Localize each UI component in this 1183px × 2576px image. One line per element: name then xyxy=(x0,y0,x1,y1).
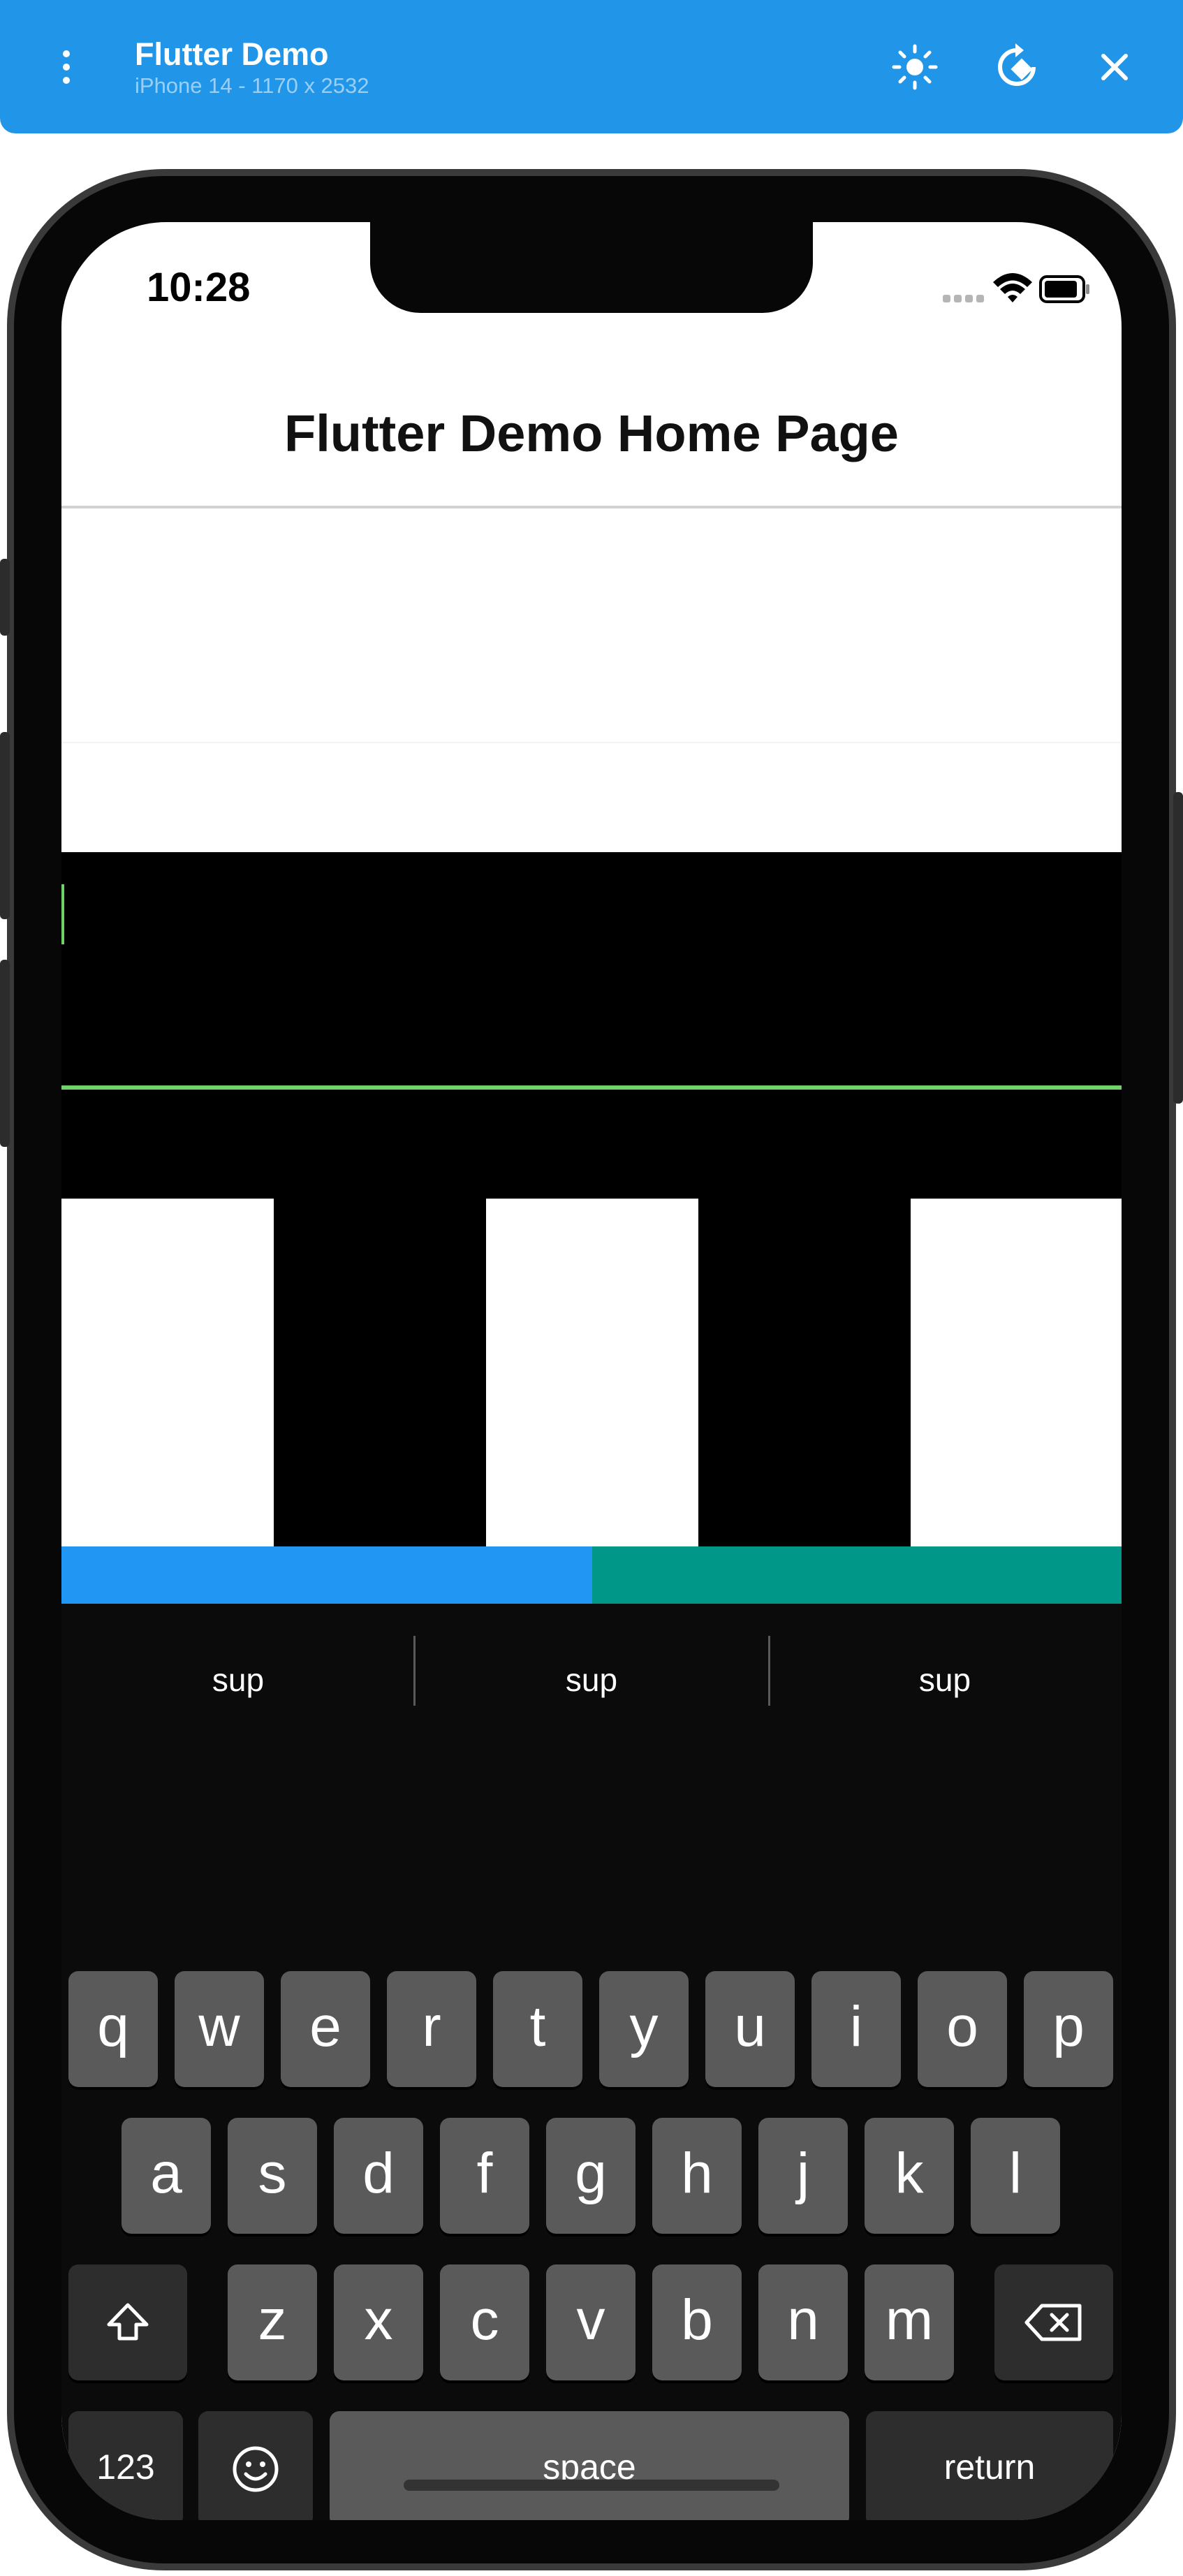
status-icons xyxy=(943,273,1089,303)
stripe-white-1 xyxy=(61,1199,274,1546)
emoji-icon xyxy=(233,2446,279,2492)
key-k[interactable]: k xyxy=(865,2118,954,2234)
key-x[interactable]: x xyxy=(334,2264,423,2380)
key-f[interactable]: f xyxy=(440,2118,529,2234)
close-icon[interactable] xyxy=(1088,41,1141,94)
key-d[interactable]: d xyxy=(334,2118,423,2234)
text-input-area[interactable] xyxy=(61,508,1122,743)
home-indicator xyxy=(404,2480,779,2491)
emulator-app-title: Flutter Demo xyxy=(135,36,329,72)
blue-bar[interactable] xyxy=(61,1546,592,1604)
green-divider xyxy=(61,1085,1122,1090)
more-menu-icon[interactable] xyxy=(54,46,78,88)
key-g[interactable]: g xyxy=(546,2118,635,2234)
key-l[interactable]: l xyxy=(971,2118,1060,2234)
key-t[interactable]: t xyxy=(493,1971,582,2087)
key-z[interactable]: z xyxy=(228,2264,317,2380)
ios-keyboard: sup sup sup q w e r t y u i o p a s d f … xyxy=(61,1604,1122,2520)
teal-bar[interactable] xyxy=(592,1546,1122,1604)
emulator-device-label: iPhone 14 - 1170 x 2532 xyxy=(135,73,369,98)
key-q[interactable]: q xyxy=(68,1971,158,2087)
app-bar: Flutter Demo Home Page xyxy=(61,334,1122,508)
page-title: Flutter Demo Home Page xyxy=(284,404,899,462)
key-r[interactable]: r xyxy=(387,1971,476,2087)
key-j[interactable]: j xyxy=(758,2118,848,2234)
emulator-title-bar: Flutter Demo iPhone 14 - 1170 x 2532 xyxy=(0,0,1183,133)
key-a[interactable]: a xyxy=(122,2118,211,2234)
suggestion-3[interactable]: sup xyxy=(768,1661,1122,1699)
delete-key[interactable] xyxy=(994,2264,1113,2380)
stripe-black-1 xyxy=(274,1199,486,1546)
key-y[interactable]: y xyxy=(599,1971,689,2087)
key-m[interactable]: m xyxy=(865,2264,954,2380)
black-panel xyxy=(61,852,1122,1199)
suggestion-2[interactable]: sup xyxy=(415,1661,768,1699)
key-c[interactable]: c xyxy=(440,2264,529,2380)
mute-switch xyxy=(0,559,10,636)
status-time: 10:28 xyxy=(147,265,251,310)
wifi-icon xyxy=(993,273,1032,302)
key-p[interactable]: p xyxy=(1024,1971,1113,2087)
shift-icon xyxy=(107,2303,149,2341)
return-key[interactable]: return xyxy=(866,2411,1113,2520)
battery-icon xyxy=(1039,275,1089,303)
emoji-key[interactable] xyxy=(198,2411,313,2520)
space-key[interactable]: space xyxy=(330,2411,849,2520)
signal-icon xyxy=(943,295,984,302)
key-n[interactable]: n xyxy=(758,2264,848,2380)
numbers-key[interactable]: 123 xyxy=(68,2411,183,2520)
suggestion-1[interactable]: sup xyxy=(61,1661,415,1699)
volume-down-button xyxy=(0,960,10,1147)
key-h[interactable]: h xyxy=(652,2118,742,2234)
stripe-black-2 xyxy=(698,1199,911,1546)
notch xyxy=(370,222,813,313)
key-v[interactable]: v xyxy=(546,2264,635,2380)
backspace-icon xyxy=(1024,2304,1082,2341)
brightness-icon[interactable] xyxy=(888,41,941,94)
key-o[interactable]: o xyxy=(918,1971,1007,2087)
key-s[interactable]: s xyxy=(228,2118,317,2234)
key-i[interactable]: i xyxy=(811,1971,901,2087)
device-screen: 10:28 Flutter Demo Home Page sup sup sup… xyxy=(61,222,1122,2520)
volume-up-button xyxy=(0,732,10,919)
stripe-white-2 xyxy=(486,1199,698,1546)
stripe-white-3 xyxy=(911,1199,1122,1546)
key-w[interactable]: w xyxy=(175,1971,264,2087)
text-cursor xyxy=(61,884,64,944)
key-u[interactable]: u xyxy=(705,1971,795,2087)
rotate-icon[interactable] xyxy=(990,41,1043,94)
shift-key[interactable] xyxy=(68,2264,187,2380)
key-b[interactable]: b xyxy=(652,2264,742,2380)
power-button xyxy=(1173,792,1183,1104)
key-e[interactable]: e xyxy=(281,1971,370,2087)
